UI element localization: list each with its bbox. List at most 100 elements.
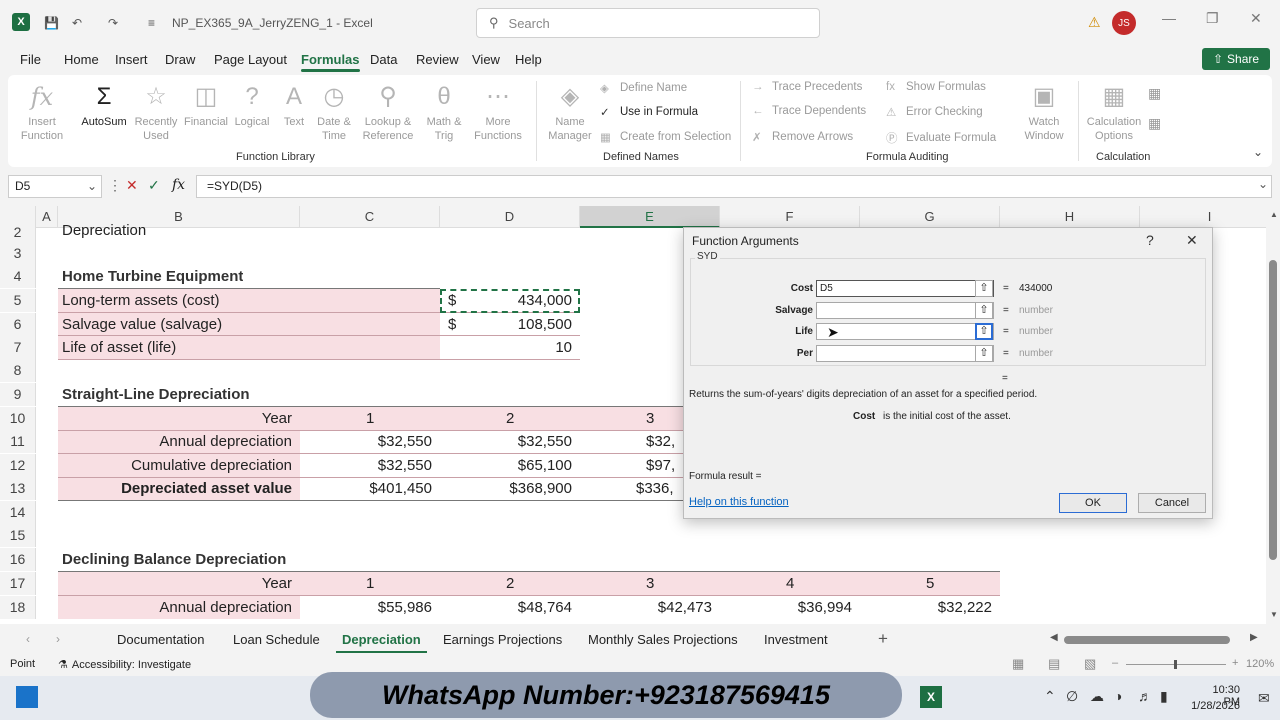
prev-sheet-icon[interactable]: ‹ [26, 632, 30, 646]
tab-data[interactable]: Data [370, 52, 397, 67]
tab-review[interactable]: Review [416, 52, 459, 67]
col-header-h[interactable]: H [1000, 206, 1140, 228]
cell-g17[interactable]: 5 [926, 572, 934, 595]
minimize-icon[interactable]: — [1162, 10, 1176, 26]
evaluate-formula-button[interactable]: Ⓟ Evaluate Formula [886, 130, 996, 146]
row-header[interactable]: 17 [0, 572, 36, 595]
row-header[interactable]: 11 [0, 430, 36, 453]
trace-dependents-button[interactable]: ← Trace Dependents [752, 105, 866, 117]
restore-icon[interactable]: ❐ [1206, 10, 1219, 27]
cell-c17[interactable]: 1 [366, 572, 374, 595]
tab-home[interactable]: Home [64, 52, 99, 67]
calculate-sheet-icon[interactable]: ▦ [1148, 115, 1161, 132]
recently-used-button[interactable]: ☆ Recently Used [128, 79, 184, 143]
battery-icon[interactable]: ▮ [1160, 688, 1168, 705]
scrollbar-thumb[interactable] [1269, 260, 1277, 560]
more-functions-button[interactable]: ⋯ More Functions [470, 79, 526, 143]
row-header[interactable]: 16 [0, 548, 36, 571]
cancel-button[interactable]: Cancel [1138, 493, 1206, 513]
row-header[interactable]: 8 [0, 359, 36, 382]
sheet-tab-depreciation[interactable]: Depreciation [336, 632, 427, 653]
sheet-tab-earnings-projections[interactable]: Earnings Projections [443, 632, 562, 647]
accessibility-status[interactable]: ⚗ Accessibility: Investigate [58, 658, 191, 672]
cell-d6[interactable]: 108,500 [440, 313, 580, 336]
warning-icon[interactable]: ⚠ [1088, 14, 1101, 31]
math-trig-button[interactable]: θ Math & Trig [416, 79, 472, 143]
calculation-options-button[interactable]: ▦ Calculation Options [1084, 79, 1144, 143]
sheet-tab-loan-schedule[interactable]: Loan Schedule [233, 632, 320, 647]
sheet-tab-monthly-sales-projections[interactable]: Monthly Sales Projections [588, 632, 738, 647]
arg-input-salvage[interactable] [816, 302, 994, 319]
col-header-d[interactable]: D [440, 206, 580, 228]
notifications-icon[interactable]: ✉ [1258, 690, 1270, 707]
row-header[interactable]: 6 [0, 313, 36, 336]
arg-input-cost[interactable]: D5 [816, 280, 994, 297]
row-header[interactable]: 7 [0, 336, 36, 359]
collapse-ribbon-icon[interactable]: ⌄ [1253, 145, 1263, 159]
scroll-right-icon[interactable]: ▶ [1250, 632, 1258, 643]
vertical-scrollbar[interactable]: ▲ ▼ [1266, 206, 1280, 624]
undo-icon[interactable]: ↶ [72, 0, 82, 46]
cell-c12[interactable]: $32,550 [300, 454, 440, 477]
zoom-level[interactable]: 120% [1246, 658, 1274, 670]
help-on-function-link[interactable]: Help on this function [689, 496, 789, 508]
save-icon[interactable]: 💾 [44, 0, 59, 46]
cell-b6[interactable]: Salvage value (salvage) [62, 313, 222, 336]
remove-arrows-button[interactable]: ✗ Remove Arrows [752, 130, 853, 144]
cell-d18[interactable]: $48,764 [440, 596, 580, 619]
calculate-now-icon[interactable]: ▦ [1148, 85, 1161, 102]
col-header-a[interactable]: A [36, 206, 58, 228]
cell-d11[interactable]: $32,550 [440, 430, 580, 453]
next-sheet-icon[interactable]: › [56, 632, 60, 646]
row-header[interactable]: 3 [0, 242, 36, 265]
tab-view[interactable]: View [472, 52, 500, 67]
use-in-formula-button[interactable]: ✓ Use in Formula [600, 105, 698, 119]
cell-b13[interactable]: Depreciated asset value [58, 477, 300, 500]
row-header[interactable]: 15 [0, 524, 36, 547]
trace-precedents-button[interactable]: → Trace Precedents [752, 81, 862, 93]
col-header-e[interactable]: E [580, 206, 720, 228]
row-header[interactable]: 10 [0, 407, 36, 430]
page-layout-view-icon[interactable]: ▤ [1048, 656, 1060, 672]
define-name-button[interactable]: ◈ Define Name [600, 81, 687, 95]
horizontal-scrollbar-thumb[interactable] [1064, 636, 1230, 644]
formula-input[interactable]: =SYD(D5) [196, 175, 1272, 198]
globe-icon[interactable]: ◑ [1114, 688, 1122, 704]
sheet-tab-documentation[interactable]: Documentation [117, 632, 204, 647]
quick-access-customize-icon[interactable]: ≡ [148, 0, 155, 46]
close-window-icon[interactable]: ✕ [1250, 10, 1262, 27]
dialog-help-icon[interactable]: ? [1146, 232, 1154, 248]
tab-draw[interactable]: Draw [165, 52, 195, 67]
cell-d13[interactable]: $368,900 [440, 477, 580, 500]
cell-b11[interactable]: Annual depreciation [58, 430, 300, 453]
normal-view-icon[interactable]: ▦ [1012, 656, 1024, 672]
excel-taskbar-icon[interactable]: X [920, 686, 942, 708]
confirm-entry-icon[interactable]: ✓ [148, 177, 160, 194]
add-sheet-icon[interactable]: + [878, 629, 888, 649]
insert-function-icon[interactable]: fx [172, 177, 185, 193]
collapse-dialog-icon[interactable]: ⇧ [975, 323, 993, 340]
page-break-view-icon[interactable]: ▧ [1084, 656, 1096, 672]
col-header-i[interactable]: I [1140, 206, 1266, 228]
col-header-c[interactable]: C [300, 206, 440, 228]
create-from-selection-button[interactable]: ▦ Create from Selection [600, 130, 731, 144]
volume-icon[interactable]: ♬ [1138, 688, 1152, 704]
row-header[interactable]: 9 [0, 383, 36, 406]
scroll-down-icon[interactable]: ▼ [1270, 610, 1278, 619]
zoom-out-icon[interactable]: – [1112, 657, 1118, 669]
row-header[interactable]: 5 [0, 289, 36, 312]
cancel-entry-icon[interactable]: ✕ [126, 177, 138, 194]
cell-e17[interactable]: 3 [646, 572, 654, 595]
cell-b12[interactable]: Cumulative depreciation [58, 454, 300, 477]
scroll-left-icon[interactable]: ◀ [1050, 632, 1058, 643]
watch-window-button[interactable]: ▣ Watch Window [1016, 79, 1072, 143]
section-title-straight-line[interactable]: Straight-Line Depreciation [62, 383, 250, 406]
row-header[interactable]: 14 [0, 501, 36, 524]
lookup-reference-button[interactable]: ⚲ Lookup & Reference [360, 79, 416, 143]
section-title-home-turbine[interactable]: Home Turbine Equipment [62, 265, 243, 288]
row-header[interactable]: 12 [0, 454, 36, 477]
insert-function-button[interactable]: fx Insert Function [14, 79, 70, 143]
cell-d7[interactable]: 10 [440, 336, 580, 359]
collapse-dialog-icon[interactable]: ⇧ [975, 345, 993, 362]
windows-start-icon[interactable] [16, 686, 38, 708]
